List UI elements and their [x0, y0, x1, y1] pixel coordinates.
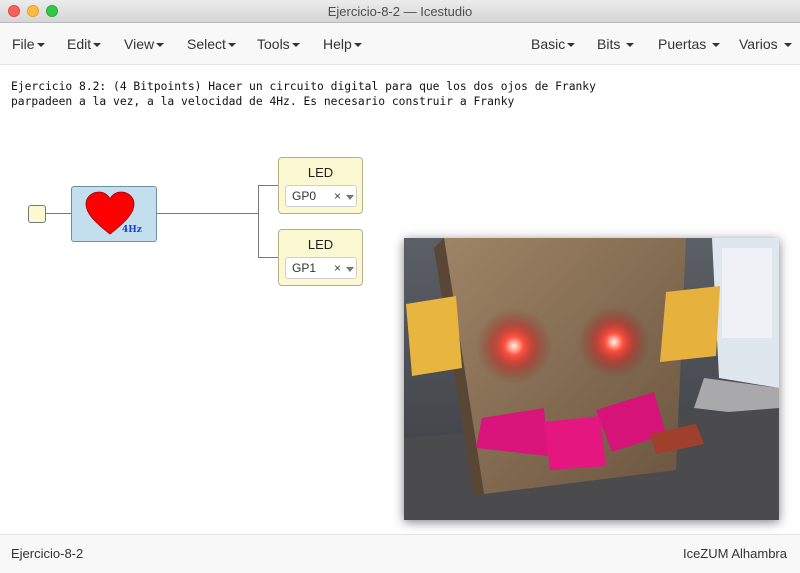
chevron-down-icon	[712, 43, 721, 48]
menu-edit[interactable]: Edit	[67, 36, 102, 52]
led-block-gp1[interactable]: LED GP1 ×	[278, 229, 363, 286]
wire-split	[258, 185, 259, 258]
pin-select-value: GP0	[292, 189, 317, 203]
menu-select[interactable]: Select	[187, 36, 236, 52]
exercise-description: Ejercicio 8.2: (4 Bitpoints) Hacer un ci…	[11, 80, 596, 108]
wire-led-1	[258, 257, 279, 258]
pin-select-value: GP1	[292, 261, 317, 275]
input-port[interactable]	[28, 205, 46, 223]
menu-varios[interactable]: Varios	[739, 36, 792, 52]
title-bar: Ejercicio-8-2 — Icestudio	[0, 0, 800, 23]
chevron-down-icon	[93, 43, 102, 48]
chevron-down-icon	[626, 43, 635, 48]
pin-select-gp0[interactable]: GP0 ×	[285, 185, 357, 207]
clear-icon[interactable]: ×	[334, 261, 341, 275]
chevron-down-icon	[783, 43, 792, 48]
project-name: Ejercicio-8-2	[11, 546, 84, 561]
pin-select-gp1[interactable]: GP1 ×	[285, 257, 357, 279]
led-title: LED	[307, 237, 334, 252]
wire-led-0	[258, 185, 279, 186]
wire-main	[157, 213, 258, 214]
board-name[interactable]: IceZUM Alhambra	[683, 546, 787, 561]
led-title: LED	[307, 165, 334, 180]
chevron-down-icon[interactable]	[346, 267, 354, 272]
clear-icon[interactable]: ×	[334, 189, 341, 203]
frequency-label: 4Hz	[122, 225, 142, 235]
chevron-down-icon[interactable]	[346, 195, 354, 200]
menu-puertas[interactable]: Puertas	[658, 36, 721, 52]
chevron-down-icon	[156, 43, 165, 48]
wire-input	[46, 213, 72, 214]
menu-bar: File Edit View Select Tools Help Basic B…	[0, 23, 800, 65]
heart-icon	[85, 191, 135, 235]
chevron-down-icon	[567, 43, 576, 48]
menu-basic[interactable]: Basic	[531, 36, 576, 52]
menu-tools[interactable]: Tools	[257, 36, 300, 52]
menu-bits[interactable]: Bits	[597, 36, 635, 52]
heart-4hz-block[interactable]: 4Hz	[71, 186, 157, 242]
window-title: Ejercicio-8-2 — Icestudio	[327, 4, 473, 19]
menu-file[interactable]: File	[12, 36, 45, 52]
menu-view[interactable]: View	[124, 36, 165, 52]
status-bar: Ejercicio-8-2 IceZUM Alhambra	[0, 534, 800, 573]
chevron-down-icon	[227, 43, 236, 48]
menu-help[interactable]: Help	[323, 36, 362, 52]
franky-photo-image	[404, 238, 779, 520]
chevron-down-icon	[353, 43, 362, 48]
led-block-gp0[interactable]: LED GP0 ×	[278, 157, 363, 214]
chevron-down-icon	[291, 43, 300, 48]
franky-photo[interactable]	[404, 238, 779, 520]
chevron-down-icon	[36, 43, 45, 48]
